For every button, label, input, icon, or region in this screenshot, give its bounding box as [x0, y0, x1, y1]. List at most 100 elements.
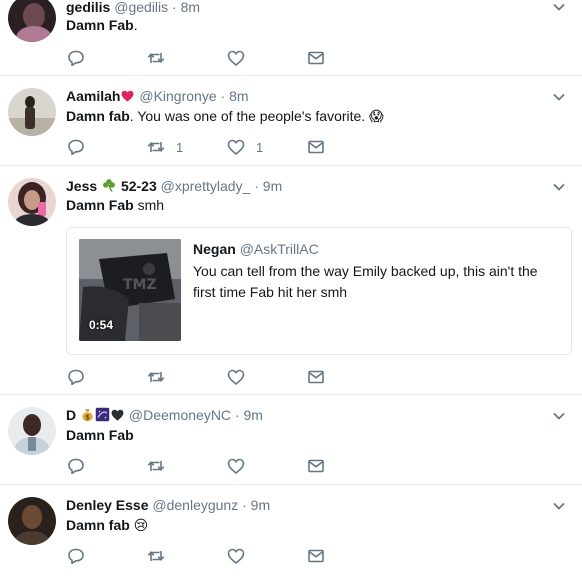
separator-dot: ·	[254, 178, 259, 194]
direct-message-icon	[306, 137, 326, 157]
direct-message-button[interactable]	[306, 546, 326, 566]
direct-message-icon	[306, 367, 326, 387]
retweet-icon	[146, 546, 166, 566]
tweet[interactable]: Aamilah @Kingronye · 8m Damn fab. You wa…	[0, 76, 582, 166]
reply-button[interactable]	[66, 456, 86, 476]
avatar[interactable]	[8, 88, 56, 136]
tweet[interactable]: gedilis @gedilis · 8m Damn Fab.	[0, 0, 582, 76]
reply-icon	[66, 546, 86, 566]
display-name[interactable]: Aamilah	[66, 88, 120, 104]
shamrock-emoji	[101, 177, 117, 197]
separator-dot: ·	[242, 497, 247, 513]
tweet-actions	[66, 48, 366, 68]
avatar[interactable]	[8, 178, 56, 226]
quoted-tweet[interactable]: TMZ 0:54 Negan @AskTrillAC You can tell …	[66, 227, 572, 355]
tweet-text: Damn Fab.	[66, 15, 138, 35]
display-name-suffix[interactable]: 52-23	[121, 178, 157, 194]
username[interactable]: @Kingronye	[139, 88, 216, 104]
like-icon	[226, 137, 246, 157]
heart-emoji	[120, 89, 135, 107]
retweet-icon	[146, 137, 166, 157]
tweet-text-rest: 😢	[129, 517, 149, 533]
tweet[interactable]: Denley Esse @denleygunz · 9m Damn fab 😢	[0, 485, 582, 581]
tweet-text: Damn fab. You was one of the people's fa…	[66, 106, 384, 126]
username[interactable]: @DeemoneyNC	[129, 407, 231, 423]
like-button[interactable]	[226, 456, 256, 476]
retweet-button[interactable]: 1	[146, 137, 183, 157]
timestamp[interactable]: 9m	[263, 178, 282, 194]
username[interactable]: @xprettylady_	[161, 178, 251, 194]
reply-icon	[66, 48, 86, 68]
video-thumbnail[interactable]: TMZ 0:54	[79, 239, 181, 341]
tweet-actions	[66, 456, 366, 476]
retweet-icon	[146, 456, 166, 476]
timestamp[interactable]: 9m	[244, 407, 263, 423]
tweet-text-rest: . You was one of the people's favorite. …	[129, 108, 384, 124]
chevron-down-icon[interactable]	[552, 0, 566, 14]
tweet-header: Jess 52-23 @xprettylady_ · 9m	[66, 177, 282, 197]
black-heart-emoji	[110, 408, 125, 426]
direct-message-button[interactable]	[306, 137, 326, 157]
direct-message-icon	[306, 48, 326, 68]
timestamp[interactable]: 8m	[181, 0, 200, 15]
tweet[interactable]: Jess 52-23 @xprettylady_ · 9m Damn Fab s…	[0, 166, 582, 395]
tweet-text: Damn fab 😢	[66, 515, 148, 535]
like-button[interactable]	[226, 48, 256, 68]
svg-text:$: $	[85, 413, 90, 421]
reply-button[interactable]	[66, 546, 86, 566]
reply-button[interactable]	[66, 367, 86, 387]
quoted-display-name[interactable]: Negan	[193, 241, 236, 257]
quoted-tweet-text: You can tell from the way Emily backed u…	[193, 263, 538, 300]
retweet-button[interactable]	[146, 367, 176, 387]
tweet-header: D $ @DeemoneyNC · 9m	[66, 406, 263, 426]
chevron-down-icon[interactable]	[552, 90, 566, 104]
separator-dot: ·	[172, 0, 177, 15]
tweet-header: gedilis @gedilis · 8m	[66, 0, 200, 16]
chevron-down-icon[interactable]	[552, 499, 566, 513]
display-name[interactable]: D	[66, 407, 76, 423]
quoted-username[interactable]: @AskTrillAC	[240, 241, 319, 257]
display-name[interactable]: Jess	[66, 178, 97, 194]
avatar[interactable]	[8, 0, 56, 42]
tweet-actions: 1 1	[66, 137, 366, 157]
direct-message-button[interactable]	[306, 367, 326, 387]
username[interactable]: @gedilis	[114, 0, 168, 15]
direct-message-button[interactable]	[306, 48, 326, 68]
tweet-actions	[66, 367, 366, 387]
display-name[interactable]: gedilis	[66, 0, 110, 15]
reply-button[interactable]	[66, 48, 86, 68]
tweet-text-bold: Damn fab	[66, 108, 130, 124]
tweet[interactable]: D $ @DeemoneyNC · 9m Damn Fab	[0, 395, 582, 485]
tweet-text: Damn Fab	[66, 425, 134, 445]
timestamp[interactable]: 9m	[251, 497, 270, 513]
like-button[interactable]	[226, 546, 256, 566]
chevron-down-icon[interactable]	[552, 409, 566, 423]
retweet-button[interactable]	[146, 456, 176, 476]
tweet-text: Damn Fab smh	[66, 195, 164, 215]
retweet-icon	[146, 367, 166, 387]
like-button[interactable]: 1	[226, 137, 263, 157]
timestamp[interactable]: 8m	[229, 88, 248, 104]
tweet-text-bold: Damn fab	[66, 517, 130, 533]
like-icon	[226, 48, 246, 68]
video-duration: 0:54	[89, 318, 114, 332]
avatar[interactable]	[8, 407, 56, 455]
reply-icon	[66, 456, 86, 476]
tweet-header: Aamilah @Kingronye · 8m	[66, 87, 249, 107]
direct-message-button[interactable]	[306, 456, 326, 476]
retweet-button[interactable]	[146, 546, 176, 566]
reply-icon	[66, 367, 86, 387]
display-name[interactable]: Denley Esse	[66, 497, 149, 513]
retweet-button[interactable]	[146, 48, 176, 68]
username[interactable]: @denleygunz	[152, 497, 238, 513]
galaxy-emoji	[95, 407, 110, 426]
reply-button[interactable]	[66, 137, 86, 157]
like-icon	[226, 456, 246, 476]
retweet-count: 1	[176, 139, 184, 155]
retweet-icon	[146, 48, 166, 68]
avatar[interactable]	[8, 497, 56, 545]
separator-dot: ·	[234, 407, 240, 423]
like-button[interactable]	[226, 367, 256, 387]
chevron-down-icon[interactable]	[552, 180, 566, 194]
tweet-header: Denley Esse @denleygunz · 9m	[66, 496, 270, 514]
